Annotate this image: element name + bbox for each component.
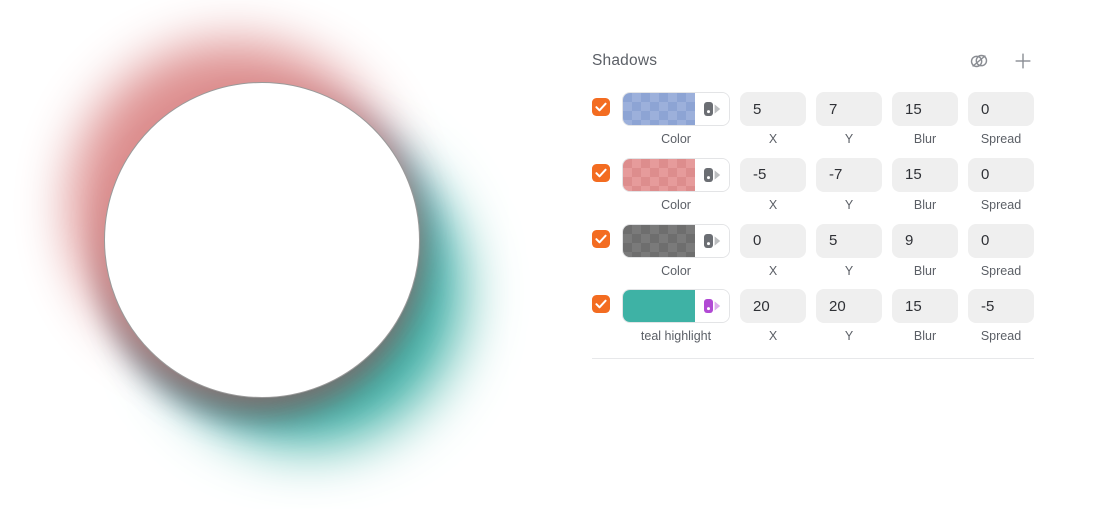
color-opacity-icon[interactable]: [695, 93, 729, 125]
shadow-spread-column: 0 Spread: [968, 157, 1034, 213]
shadow-spread-input[interactable]: 0: [968, 92, 1034, 126]
color-opacity-icon[interactable]: [695, 224, 729, 257]
color-swatch-button[interactable]: [622, 223, 730, 258]
shadow-enabled-cell: [592, 289, 622, 314]
panel-header-actions: [966, 48, 1036, 74]
shadow-blur-column: 9 Blur: [892, 223, 958, 279]
shadow-row: Color 5 X 7 Y 15 Blur 0 Spread: [592, 92, 1068, 147]
color-swatch-button[interactable]: [622, 157, 730, 192]
shadow-y-offset-input[interactable]: 5: [816, 223, 882, 258]
shadow-y-offset-column: 7Y: [816, 92, 882, 147]
panel-header: Shadows: [592, 46, 1068, 76]
shadow-x-offset-label: X: [768, 329, 778, 344]
shadow-x-offset-label: X: [768, 263, 778, 278]
plus-icon[interactable]: [1010, 48, 1036, 74]
shadow-enabled-checkbox[interactable]: [592, 295, 610, 314]
shadow-enabled-checkbox[interactable]: [592, 163, 610, 182]
shadow-blur-column: 15 Blur: [892, 92, 958, 147]
shadow-enabled-checkbox[interactable]: [592, 229, 610, 248]
shadow-row: Color 0 X 5 Y 9 Blur 0 Spread: [592, 223, 1068, 279]
shadow-x-offset-column: -5 X: [740, 157, 806, 213]
shadow-y-offset-input[interactable]: 20: [816, 289, 882, 324]
shadow-blur-input[interactable]: 15: [892, 92, 958, 126]
color-field-label: Color: [661, 132, 691, 146]
shadow-y-offset-label: Y: [844, 329, 854, 344]
shadow-blur-label: Blur: [913, 329, 937, 344]
panel-title: Shadows: [592, 52, 658, 69]
shadow-x-offset-input[interactable]: 20: [740, 289, 806, 324]
color-swatch-button[interactable]: [622, 92, 730, 126]
shadow-enabled-checkbox[interactable]: [592, 98, 610, 116]
color-field-label: teal highlight: [640, 329, 712, 344]
blend-mode-icon[interactable]: [966, 48, 992, 74]
shadow-blur-label: Blur: [913, 263, 937, 278]
color-field-label: Color: [661, 197, 691, 212]
shadow-blur-column: 15 Blur: [892, 157, 958, 213]
shadow-blur-label: Blur: [913, 197, 937, 212]
shadow-spread-label: Spread: [980, 263, 1022, 278]
color-swatch-chip: [623, 290, 695, 323]
shadow-x-offset-column: 5X: [740, 92, 806, 147]
shadow-spread-label: Spread: [980, 329, 1022, 344]
color-field-label: Color: [661, 263, 691, 278]
shadow-editor-screen: Shadows Color 5 X 7 Y 15 Blur 0 Spread C…: [0, 0, 1112, 526]
shadow-x-offset-input[interactable]: 5: [740, 92, 806, 126]
shadow-row: teal highlight 20 X 20 Y 15 Blur -5 Spread: [592, 289, 1068, 344]
shadow-spread-input[interactable]: 0: [968, 157, 1034, 192]
shadow-color-column: teal highlight: [622, 289, 730, 344]
shadow-y-offset-column: 20 Y: [816, 289, 882, 344]
shadow-spread-input[interactable]: 0: [968, 223, 1034, 258]
color-swatch-button[interactable]: [622, 289, 730, 324]
shadow-blur-input[interactable]: 15: [892, 157, 958, 192]
color-swatch-chip: [623, 158, 695, 191]
shadow-rows-list: Color 5 X 7 Y 15 Blur 0 Spread Color -5 X -7 Y 15 Blur 0…: [592, 92, 1068, 344]
color-swatch-fill: [623, 290, 695, 323]
shadow-color-column: Color: [622, 157, 730, 213]
shadow-spread-column: -5 Spread: [968, 289, 1034, 344]
shadow-enabled-cell: [592, 158, 622, 182]
shadow-spread-column: 0 Spread: [968, 223, 1034, 279]
shadow-spread-input[interactable]: -5: [968, 289, 1034, 324]
panel-divider: [592, 358, 1034, 359]
shadow-x-offset-input[interactable]: 0: [740, 223, 806, 258]
color-opacity-icon[interactable]: [695, 158, 729, 191]
shadow-x-offset-label: X: [768, 197, 778, 212]
shadow-enabled-cell: [592, 92, 622, 116]
shadow-y-offset-input[interactable]: 7: [816, 92, 882, 126]
shadows-properties-panel: Shadows Color 5 X 7 Y 15 Blur 0 Spread C…: [560, 0, 1112, 526]
shadow-x-offset-label: X: [768, 132, 778, 146]
shadow-y-offset-input[interactable]: -7: [816, 157, 882, 192]
shadow-y-offset-column: -7 Y: [816, 157, 882, 213]
preview-canvas: [0, 0, 560, 526]
shadow-color-column: Color: [622, 92, 730, 147]
shadow-y-offset-column: 5Y: [816, 223, 882, 279]
color-variable-icon[interactable]: [695, 290, 729, 323]
shadow-x-offset-input[interactable]: -5: [740, 157, 806, 192]
shadow-blur-column: 15 Blur: [892, 289, 958, 344]
shadow-y-offset-label: Y: [844, 197, 854, 212]
shadow-x-offset-column: 20 X: [740, 289, 806, 344]
preview-circle-shape[interactable]: [104, 82, 420, 398]
shadow-spread-label: Spread: [980, 197, 1022, 212]
shadow-color-column: Color: [622, 223, 730, 279]
shadow-blur-input[interactable]: 15: [892, 289, 958, 324]
shadow-spread-label: Spread: [980, 132, 1022, 146]
shadow-y-offset-label: Y: [844, 263, 854, 278]
shadow-blur-input[interactable]: 9: [892, 223, 958, 258]
shadow-row: Color -5 X -7 Y 15 Blur 0 Spread: [592, 157, 1068, 213]
shadow-blur-label: Blur: [913, 132, 937, 146]
color-swatch-chip: [623, 224, 695, 257]
shadow-spread-column: 0 Spread: [968, 92, 1034, 147]
shadow-enabled-cell: [592, 224, 622, 248]
shadow-y-offset-label: Y: [844, 132, 854, 146]
shadow-x-offset-column: 0X: [740, 223, 806, 279]
color-swatch-chip: [623, 93, 695, 125]
